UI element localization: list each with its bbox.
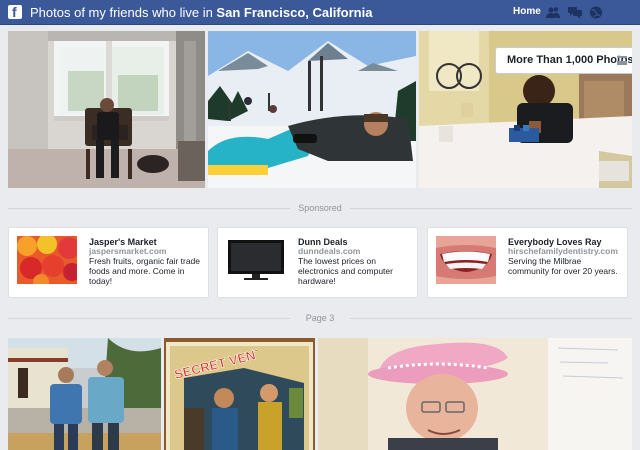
ad-card-everybody-loves-ray[interactable]: Everybody Loves Ray hirschefamilydentist… [427, 227, 628, 298]
photo-secret-venture-poster[interactable]: SECRET VENTURE [164, 338, 315, 450]
results-count-badge[interactable]: More Than 1,000 Photos [495, 47, 632, 74]
home-link[interactable]: Home [513, 6, 541, 17]
title-prefix: Photos of my friends who live in [30, 5, 217, 20]
ad-description: The lowest prices on electronics and com… [298, 256, 393, 286]
poster-title: SECRET VENTURE [173, 348, 257, 382]
fruit-image [17, 236, 77, 284]
friends-icon[interactable] [546, 6, 560, 19]
facebook-logo-icon[interactable]: f [8, 4, 22, 20]
ad-url[interactable]: hirschefamilydentistry.com [508, 246, 618, 256]
photo-ski-slope[interactable] [208, 31, 416, 188]
ad-description: Fresh fruits, organic fair trade foods a… [89, 256, 201, 286]
photo-pink-cowboy-hat[interactable] [318, 338, 632, 450]
menu-icon[interactable] [617, 56, 627, 65]
photo-pink-cowboy-hat-image [318, 338, 632, 450]
title-location[interactable]: San Francisco, California [216, 5, 372, 20]
globe-icon[interactable] [589, 6, 603, 19]
photo-room-chair[interactable] [8, 31, 205, 188]
page-label: Page 3 [290, 313, 350, 323]
photo-two-friends-image [8, 338, 161, 450]
top-bar: f Photos of my friends who live in San F… [0, 0, 640, 25]
messages-icon[interactable] [568, 6, 582, 19]
ad-url[interactable]: jaspersmarket.com [89, 246, 167, 256]
page-title: Photos of my friends who live in San Fra… [30, 5, 372, 20]
results-count-label: More Than 1,000 Photos [507, 54, 632, 66]
ad-card-jaspers-market[interactable]: Jasper's Market jaspersmarket.com Fresh … [8, 227, 209, 298]
photo-ski-slope-image [208, 31, 416, 188]
sponsored-label: Sponsored [290, 203, 350, 213]
ad-card-dunn-deals[interactable]: Dunn Deals dunndeals.com The lowest pric… [217, 227, 418, 298]
tv-image [226, 236, 286, 284]
photo-two-friends[interactable] [8, 338, 161, 450]
ad-url[interactable]: dunndeals.com [298, 246, 360, 256]
poster-title-text: SECRET VENTURE [172, 348, 257, 382]
ad-description: Serving the Milbrae community for over 2… [508, 256, 618, 276]
smile-image [436, 236, 496, 284]
photo-room-chair-image [8, 31, 205, 188]
photo-poker-table[interactable]: More Than 1,000 Photos [419, 31, 632, 188]
